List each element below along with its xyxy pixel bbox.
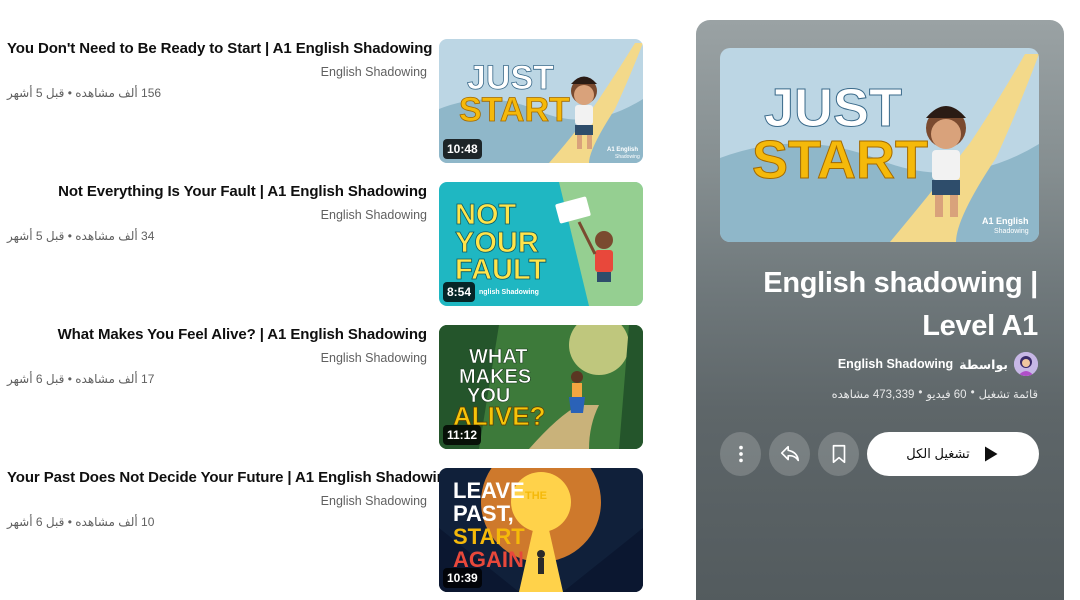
thumb-text-line: LEAVE <box>453 478 525 503</box>
channel-name[interactable]: English Shadowing <box>7 64 427 80</box>
view-count: 156 ألف مشاهده <box>75 86 162 100</box>
thumb-text-line: JUST <box>764 78 902 138</box>
stats-separator: • <box>918 387 923 399</box>
duration-badge: 10:39 <box>443 568 482 588</box>
channel-name[interactable]: English Shadowing <box>7 207 427 223</box>
playlist-thumbnail[interactable]: JUST START A1 English Shadowing <box>720 48 1039 242</box>
thumb-brand: A1 English <box>607 147 638 153</box>
playlist-title-line: Level A1 <box>922 310 1038 342</box>
video-thumbnail[interactable]: LEAVE THE PAST, START AGAIN 10:39 <box>439 468 643 592</box>
owner-prefix: بواسطة <box>959 357 1008 372</box>
avatar[interactable] <box>1014 352 1038 376</box>
meta-separator: • <box>67 515 72 529</box>
video-info: Your Past Does Not Decide Your Future | … <box>7 468 455 530</box>
video-title[interactable]: Not Everything Is Your Fault | A1 Englis… <box>7 182 427 202</box>
avatar-image <box>1014 352 1038 376</box>
playlist-actions: تشغيل الكل <box>720 432 1040 476</box>
video-item[interactable]: What Makes You Feel Alive? | A1 English … <box>0 325 660 468</box>
playlist-stats: قائمة تشغيل • 60 فيديو • 473,339 مشاهده <box>832 387 1038 401</box>
playlist-title: English shadowing | Level A1 <box>738 262 1038 348</box>
duration-badge: 10:48 <box>443 139 482 159</box>
video-title[interactable]: What Makes You Feel Alive? | A1 English … <box>7 325 427 345</box>
thumb-brand: nglish Shadowing <box>479 289 539 296</box>
video-info: Not Everything Is Your Fault | A1 Englis… <box>7 182 427 244</box>
playlist-owner[interactable]: English Shadowing بواسطة <box>838 352 1038 376</box>
video-title[interactable]: Your Past Does Not Decide Your Future | … <box>7 468 455 488</box>
upload-age: قبل 5 أشهر <box>7 86 65 100</box>
video-meta: 17 ألف مشاهده • قبل 6 أشهر <box>7 371 427 387</box>
share-button[interactable] <box>769 432 810 476</box>
thumb-brand: A1 English <box>982 216 1029 226</box>
thumb-text-line: START <box>453 524 525 549</box>
video-thumbnail[interactable]: JUST START A1 English Shadowing 10:48 <box>439 39 643 163</box>
duration-badge: 11:12 <box>443 425 482 445</box>
more-actions-button[interactable] <box>720 432 761 476</box>
upload-age: قبل 5 أشهر <box>7 229 65 243</box>
playlist-thumbnail-artwork: JUST START A1 English Shadowing <box>720 48 1039 242</box>
thumb-text-line: START <box>459 91 570 129</box>
view-count: 34 ألف مشاهده <box>75 229 155 243</box>
view-count: 17 ألف مشاهده <box>75 372 155 386</box>
video-item[interactable]: Your Past Does Not Decide Your Future | … <box>0 468 660 600</box>
play-icon <box>984 446 998 462</box>
meta-separator: • <box>67 229 72 243</box>
channel-name[interactable]: English Shadowing <box>7 493 427 509</box>
video-info: You Don't Need to Be Ready to Start | A1… <box>7 39 432 101</box>
thumb-text-line: PAST, <box>453 501 514 526</box>
duration-badge: 8:54 <box>443 282 476 302</box>
thumb-text-line: START <box>752 130 928 190</box>
video-thumbnail[interactable]: NOT YOUR FAULT nglish Shadowing 8:54 <box>439 182 643 306</box>
video-item[interactable]: You Don't Need to Be Ready to Start | A1… <box>0 39 660 182</box>
video-list: You Don't Need to Be Ready to Start | A1… <box>0 39 660 600</box>
more-vert-icon <box>738 445 743 463</box>
video-meta: 10 ألف مشاهده • قبل 6 أشهر <box>7 514 427 530</box>
thumb-text-line: THE <box>525 490 547 502</box>
meta-separator: • <box>67 372 72 386</box>
upload-age: قبل 6 أشهر <box>7 372 65 386</box>
owner-name[interactable]: English Shadowing <box>838 357 953 371</box>
channel-name[interactable]: English Shadowing <box>7 350 427 366</box>
video-meta: 156 ألف مشاهده • قبل 5 أشهر <box>7 85 427 101</box>
playlist-type: قائمة تشغيل <box>978 389 1038 401</box>
stats-separator: • <box>970 387 975 399</box>
view-count: 10 ألف مشاهده <box>75 515 155 529</box>
play-all-button[interactable]: تشغيل الكل <box>867 432 1039 476</box>
upload-age: قبل 6 أشهر <box>7 515 65 529</box>
playlist-views: 473,339 مشاهده <box>831 389 915 401</box>
video-count: 60 فيديو <box>926 389 967 401</box>
bookmark-icon <box>832 444 845 464</box>
video-meta: 34 ألف مشاهده • قبل 5 أشهر <box>7 228 427 244</box>
share-icon <box>780 445 799 462</box>
play-all-label: تشغيل الكل <box>906 446 970 461</box>
video-thumbnail[interactable]: WHAT MAKES YOU ALIVE? 11:12 <box>439 325 643 449</box>
thumb-text-line: WHAT <box>469 346 528 368</box>
meta-separator: • <box>67 86 72 100</box>
video-item[interactable]: Not Everything Is Your Fault | A1 Englis… <box>0 182 660 325</box>
save-playlist-button[interactable] <box>818 432 859 476</box>
video-title[interactable]: You Don't Need to Be Ready to Start | A1… <box>7 39 432 59</box>
video-info: What Makes You Feel Alive? | A1 English … <box>7 325 427 387</box>
playlist-header-panel: JUST START A1 English Shadowing English … <box>696 20 1064 600</box>
thumb-brand: Shadowing <box>994 228 1029 235</box>
playlist-title-line: English shadowing | <box>763 267 1038 299</box>
thumb-brand: Shadowing <box>615 154 640 160</box>
